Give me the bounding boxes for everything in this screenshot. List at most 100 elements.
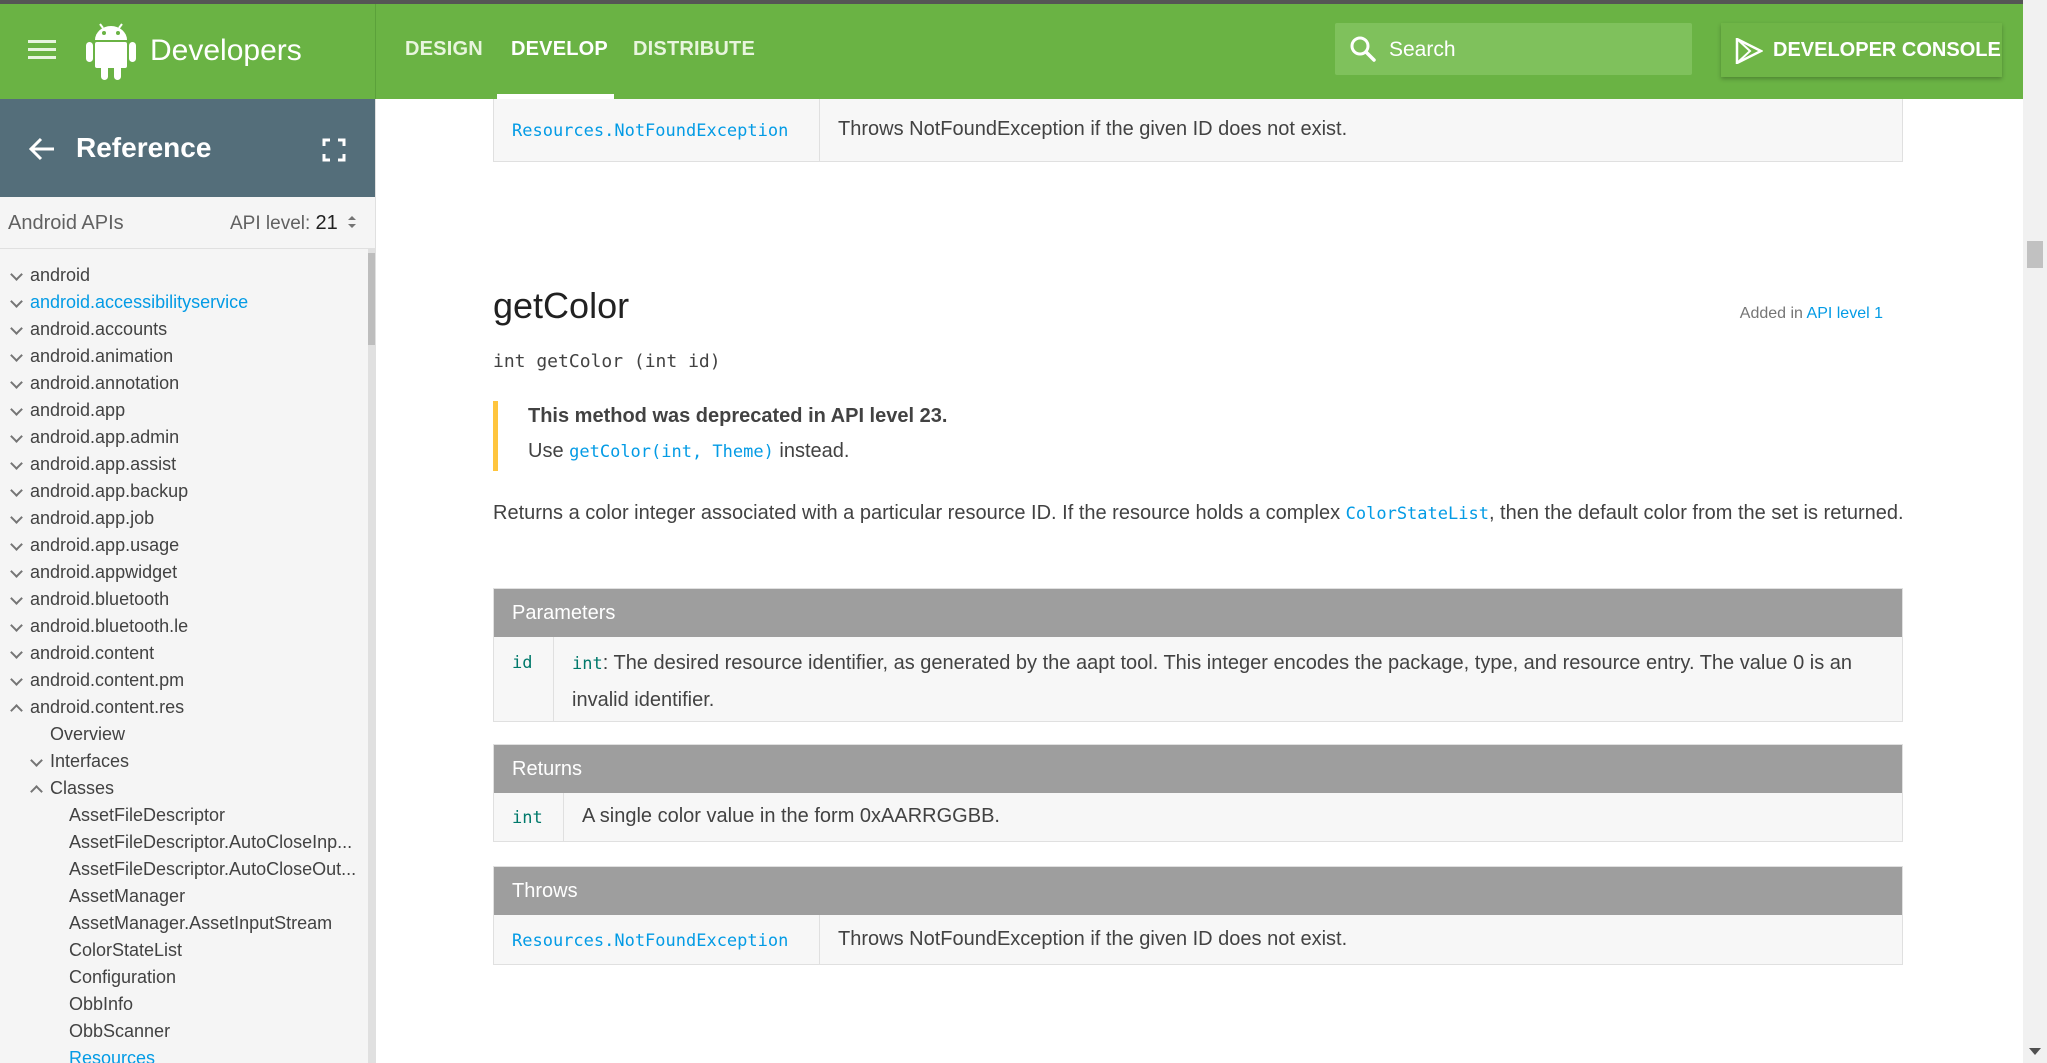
sidebar-item-accounts[interactable]: android.accounts (30, 319, 167, 340)
page-scroll-thumb[interactable] (2027, 241, 2043, 268)
brand-title[interactable]: Developers (150, 34, 302, 68)
table-row: id int: The desired resource identifier,… (494, 637, 1902, 721)
tab-distribute[interactable]: DISTRIBUTE (633, 38, 755, 61)
sidebar-item-content-pm[interactable]: android.content.pm (30, 670, 184, 691)
top-header: Developers DESIGN DEVELOP DISTRIBUTE Sea… (0, 4, 2023, 99)
added-in-label: Added in API level 1 (1740, 305, 1883, 323)
sidebar-class-item[interactable]: AssetFileDescriptor.AutoCloseInp... (69, 832, 352, 853)
sidebar-item-app[interactable]: android.app (30, 400, 125, 421)
chevron-down-icon[interactable] (30, 754, 43, 767)
sidebar-class-item[interactable]: ColorStateList (69, 940, 182, 961)
search-placeholder: Search (1389, 38, 1456, 61)
chevron-down-icon[interactable] (10, 673, 23, 686)
sidebar-item-accessibilityservice[interactable]: android.accessibilityservice (30, 292, 248, 313)
sidebar-item-content[interactable]: android.content (30, 643, 154, 664)
chevron-down-icon[interactable] (10, 457, 23, 470)
param-type: int (572, 654, 603, 674)
sidebar-item-classes[interactable]: Classes (50, 778, 114, 799)
api-level-bar: Android APIs API level: 21 (0, 197, 375, 249)
top-throws-table: Resources.NotFoundException Throws NotFo… (493, 99, 1903, 162)
api-level-select[interactable]: API level: 21 (230, 212, 338, 235)
return-description: A single color value in the form 0xAARRG… (582, 805, 1000, 827)
scroll-down-arrow-icon[interactable] (2029, 1048, 2041, 1055)
method-title: getColor (493, 285, 630, 326)
sidebar-item-bluetooth[interactable]: android.bluetooth (30, 589, 169, 610)
chevron-down-icon[interactable] (10, 484, 23, 497)
chevron-down-icon[interactable] (10, 592, 23, 605)
search-icon (1350, 36, 1376, 62)
chevron-down-icon[interactable] (10, 268, 23, 281)
chevron-down-icon[interactable] (10, 646, 23, 659)
sidebar-scrollbar[interactable] (368, 249, 375, 1063)
chevron-down-icon[interactable] (10, 403, 23, 416)
page-scrollbar[interactable] (2023, 0, 2047, 1063)
table-header: Returns (494, 745, 1902, 793)
method-signature: int getColor (int id) (493, 351, 721, 372)
chevron-down-icon[interactable] (10, 349, 23, 362)
sidebar-item-appwidget[interactable]: android.appwidget (30, 562, 177, 583)
tab-develop[interactable]: DEVELOP (511, 38, 608, 61)
parameters-table: Parameters id int: The desired resource … (493, 588, 1903, 722)
developer-console-label: DEVELOPER CONSOLE (1773, 39, 2001, 61)
exception-link[interactable]: Resources.NotFoundException (512, 931, 788, 951)
sidebar-class-item[interactable]: AssetManager.AssetInputStream (69, 913, 332, 934)
deprecation-title: This method was deprecated in API level … (528, 405, 948, 427)
sidebar-item-app-assist[interactable]: android.app.assist (30, 454, 176, 475)
colorstatelist-link[interactable]: ColorStateList (1346, 504, 1489, 524)
sidebar-class-item-active[interactable]: Resources (69, 1048, 155, 1063)
developer-console-button[interactable]: DEVELOPER CONSOLE (1721, 23, 2002, 77)
sidebar-item-app-job[interactable]: android.app.job (30, 508, 154, 529)
sidebar-class-item[interactable]: AssetFileDescriptor (69, 805, 225, 826)
menu-icon[interactable] (24, 36, 60, 68)
chevron-down-icon[interactable] (10, 565, 23, 578)
table-row: int A single color value in the form 0xA… (494, 793, 1902, 841)
sidebar-title: Reference (76, 132, 212, 163)
throws-description: Throws NotFoundException if the given ID… (838, 928, 1348, 950)
chevron-down-icon[interactable] (10, 295, 23, 308)
api-level-link[interactable]: API level 1 (1807, 305, 1883, 322)
added-prefix: Added in (1739, 305, 1803, 322)
sidebar-scroll-thumb[interactable] (368, 253, 375, 345)
sidebar-item-app-usage[interactable]: android.app.usage (30, 535, 179, 556)
api-level-prefix: API level: (230, 213, 311, 234)
sidebar-item-interfaces[interactable]: Interfaces (50, 751, 129, 772)
deprecation-link[interactable]: getColor(int, Theme) (569, 442, 774, 462)
chevron-up-icon[interactable] (30, 785, 43, 798)
fullscreen-icon[interactable] (322, 138, 346, 162)
tab-design[interactable]: DESIGN (405, 38, 483, 61)
chevron-down-icon[interactable] (10, 376, 23, 389)
sidebar-item-app-backup[interactable]: android.app.backup (30, 481, 188, 502)
search-input[interactable]: Search (1335, 23, 1692, 75)
sidebar-header: Reference (0, 99, 375, 197)
sidebar-class-item[interactable]: Configuration (69, 967, 176, 988)
chevron-down-icon[interactable] (10, 511, 23, 524)
sidebar-class-item[interactable]: ObbScanner (69, 1021, 170, 1042)
cell-divider (553, 637, 554, 721)
back-arrow-icon[interactable] (28, 135, 56, 163)
sidebar-item-overview[interactable]: Overview (50, 724, 125, 745)
param-description: int: The desired resource identifier, as… (572, 645, 1892, 718)
table-row: Resources.NotFoundException Throws NotFo… (494, 915, 1902, 964)
param-name: id (512, 653, 533, 673)
chevron-down-icon[interactable] (10, 322, 23, 335)
sidebar-class-item[interactable]: ObbInfo (69, 994, 133, 1015)
select-arrows-icon[interactable] (346, 214, 358, 230)
exception-link[interactable]: Resources.NotFoundException (512, 121, 788, 141)
sidebar-item-android[interactable]: android (30, 265, 90, 286)
table-header: Throws (494, 867, 1902, 915)
sidebar-item-app-admin[interactable]: android.app.admin (30, 427, 179, 448)
sidebar-class-item[interactable]: AssetManager (69, 886, 185, 907)
chevron-down-icon[interactable] (10, 619, 23, 632)
sidebar-item-annotation[interactable]: android.annotation (30, 373, 179, 394)
deprecation-text: Use getColor(int, Theme) instead. (528, 440, 1903, 463)
chevron-down-icon[interactable] (10, 538, 23, 551)
method-description: Returns a color integer associated with … (493, 495, 1913, 532)
sidebar-item-animation[interactable]: android.animation (30, 346, 173, 367)
description-text: Returns a color integer associated with … (493, 502, 1341, 524)
sidebar-item-bluetooth-le[interactable]: android.bluetooth.le (30, 616, 188, 637)
sidebar-item-content-res[interactable]: android.content.res (30, 697, 184, 718)
return-type: int (512, 808, 543, 828)
chevron-down-icon[interactable] (10, 430, 23, 443)
sidebar-class-item[interactable]: AssetFileDescriptor.AutoCloseOut... (69, 859, 356, 880)
chevron-up-icon[interactable] (10, 704, 23, 717)
